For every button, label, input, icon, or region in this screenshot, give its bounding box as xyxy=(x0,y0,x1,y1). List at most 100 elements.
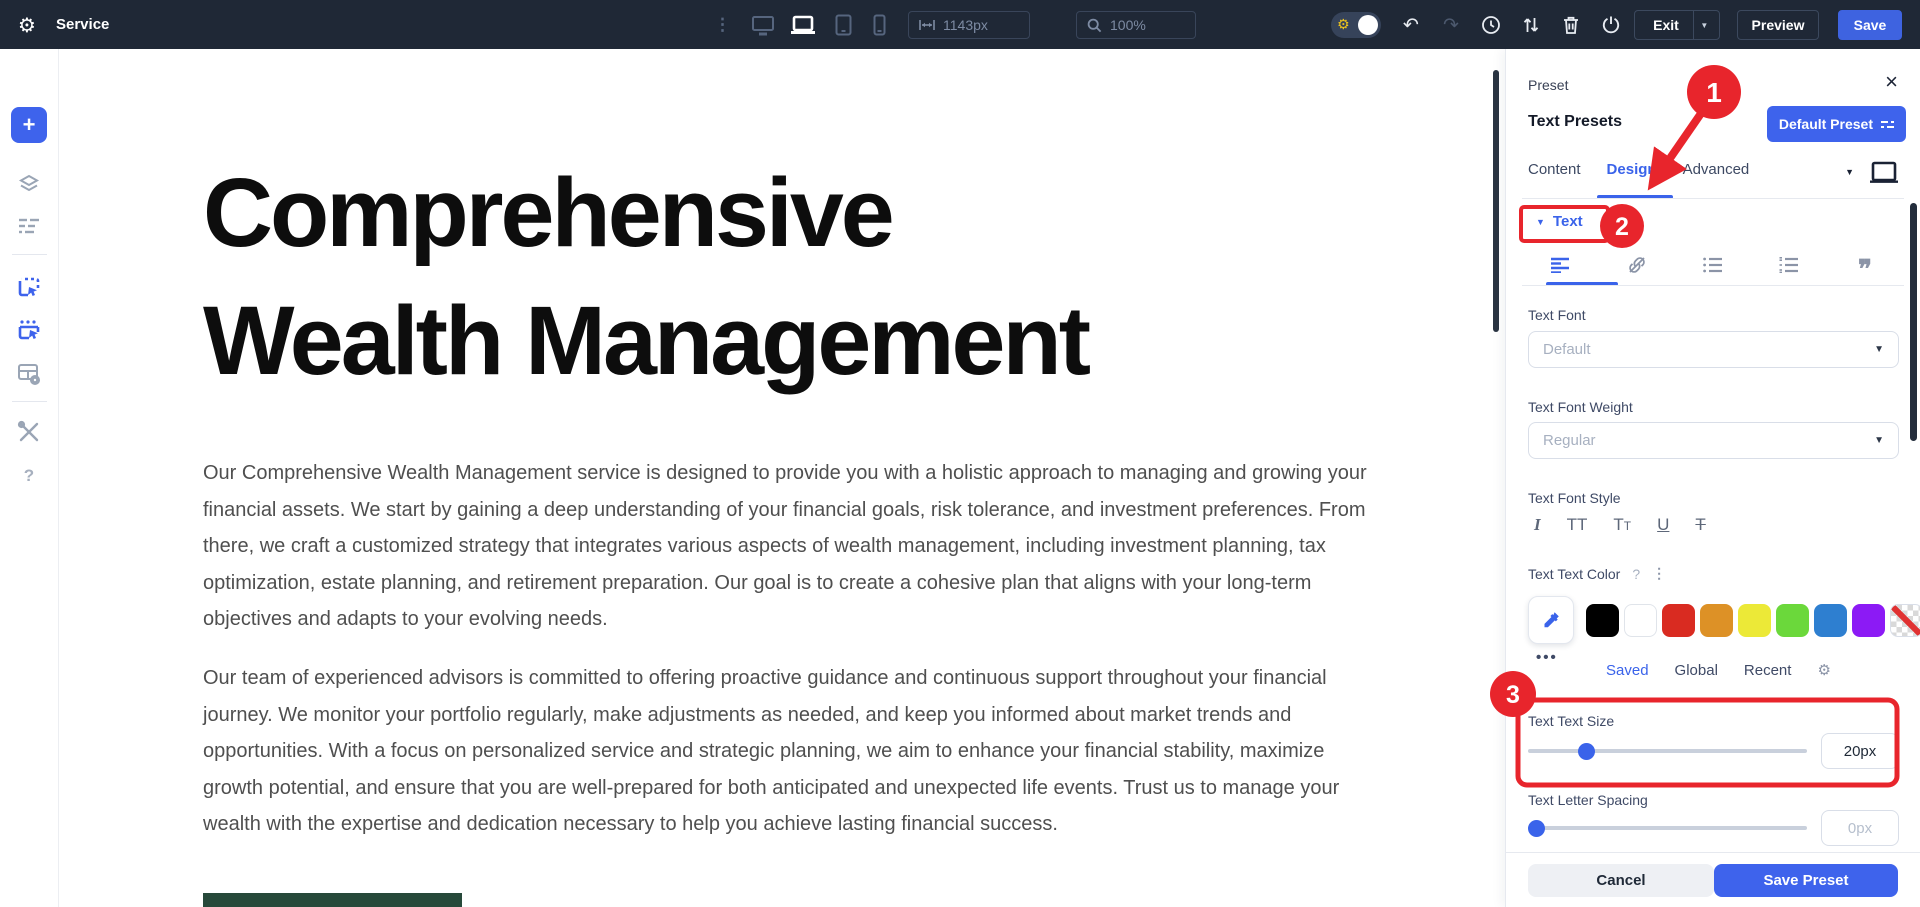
dark-mode-toggle[interactable]: ⚙ xyxy=(1331,12,1381,38)
text-font-weight-dropdown[interactable]: Regular ▼ xyxy=(1528,422,1899,459)
dropdown-caret-icon: ▼ xyxy=(1874,344,1884,355)
color-settings-gear-icon[interactable]: ⚙ xyxy=(1817,661,1830,679)
text-size-input[interactable] xyxy=(1821,733,1899,769)
editor-canvas[interactable]: Comprehensive Wealth Management Our Comp… xyxy=(59,49,1505,907)
color-swatch[interactable] xyxy=(1852,603,1885,637)
container-selector-icon[interactable] xyxy=(12,314,46,348)
eyedropper-button[interactable] xyxy=(1528,596,1574,644)
underline-icon[interactable]: U xyxy=(1657,515,1669,535)
responsive-caret-icon[interactable]: ▼ xyxy=(1845,167,1854,177)
canvas-width-control xyxy=(908,11,1030,39)
color-options-kebab-icon[interactable]: ⋮ xyxy=(1652,565,1666,582)
color-swatch[interactable] xyxy=(1700,603,1733,637)
import-export-icon[interactable] xyxy=(1518,12,1544,38)
zoom-magnifier-icon xyxy=(1087,18,1102,33)
text-align-subtab-icon[interactable] xyxy=(1546,257,1576,273)
color-tab-global[interactable]: Global xyxy=(1675,662,1718,679)
canvas-paragraph-2[interactable]: Our team of experienced advisors is comm… xyxy=(203,660,1368,843)
redo-icon[interactable]: ↷ xyxy=(1438,12,1464,38)
italic-icon[interactable]: I xyxy=(1534,515,1541,535)
global-settings-icon[interactable] xyxy=(12,357,46,391)
power-icon[interactable] xyxy=(1598,12,1624,38)
history-clock-icon[interactable] xyxy=(1478,12,1504,38)
bullet-list-subtab-icon[interactable] xyxy=(1698,257,1728,273)
undo-icon[interactable]: ↶ xyxy=(1398,12,1424,38)
letter-spacing-slider[interactable] xyxy=(1528,810,1807,846)
color-swatch[interactable] xyxy=(1776,603,1809,637)
text-section-label: Text xyxy=(1552,213,1583,230)
sidebar-divider xyxy=(12,401,47,402)
canvas-paragraph-1[interactable]: Our Comprehensive Wealth Management serv… xyxy=(203,455,1368,638)
text-subtabs: ❞ xyxy=(1528,247,1898,283)
dropdown-caret-icon: ▼ xyxy=(1874,435,1884,446)
slider-thumb[interactable] xyxy=(1578,743,1596,760)
add-element-button[interactable]: + xyxy=(11,107,47,143)
strikethrough-icon[interactable]: T xyxy=(1695,515,1705,535)
color-swatch[interactable] xyxy=(1814,603,1847,637)
save-button[interactable]: Save xyxy=(1838,10,1902,40)
text-size-slider[interactable] xyxy=(1528,733,1807,769)
element-selector-icon[interactable] xyxy=(12,271,46,305)
quote-subtab-icon[interactable]: ❞ xyxy=(1850,257,1880,283)
panel-tabs: Content Design Advanced xyxy=(1528,161,1749,190)
link-subtab-icon[interactable] xyxy=(1622,255,1652,275)
canvas-heading[interactable]: Comprehensive Wealth Management xyxy=(203,149,1303,405)
structure-icon[interactable] xyxy=(12,209,46,243)
cancel-button[interactable]: Cancel xyxy=(1528,863,1714,897)
breakpoint-phone-icon[interactable] xyxy=(864,12,894,38)
exit-dropdown-caret-icon[interactable]: ▼ xyxy=(1692,11,1715,39)
cta-button-partial[interactable] xyxy=(203,893,462,907)
toggle-gear-icon: ⚙ xyxy=(1337,17,1350,33)
color-swatch[interactable] xyxy=(1586,603,1619,637)
sidebar-divider xyxy=(12,254,47,255)
color-swatch[interactable] xyxy=(1662,603,1695,637)
font-style-toolbar: I TT TT U T xyxy=(1534,515,1706,535)
close-icon[interactable]: × xyxy=(1885,71,1898,93)
tools-icon[interactable] xyxy=(12,415,46,449)
ordered-list-subtab-icon[interactable] xyxy=(1774,257,1804,273)
text-font-style-label: Text Font Style xyxy=(1528,490,1621,506)
save-preset-button[interactable]: Save Preset xyxy=(1714,863,1898,897)
tab-design[interactable]: Design xyxy=(1607,161,1657,190)
help-icon[interactable]: ? xyxy=(12,459,46,493)
kebab-menu-icon[interactable]: ⋮ xyxy=(714,0,732,49)
tab-content[interactable]: Content xyxy=(1528,161,1581,190)
canvas-zoom-input[interactable] xyxy=(1110,17,1170,33)
color-swatch[interactable] xyxy=(1738,603,1771,637)
settings-gear-icon[interactable]: ⚙ xyxy=(18,0,36,49)
exit-button[interactable]: Exit ▼ xyxy=(1634,10,1720,40)
eyedropper-icon xyxy=(1544,612,1559,628)
canvas-scrollbar[interactable] xyxy=(1493,70,1499,332)
default-preset-button[interactable]: Default Preset xyxy=(1766,106,1906,142)
capitalize-icon[interactable]: TT xyxy=(1613,515,1631,535)
uppercase-icon[interactable]: TT xyxy=(1567,515,1588,535)
slider-track xyxy=(1528,749,1807,753)
letter-spacing-input[interactable] xyxy=(1821,810,1899,846)
layers-icon[interactable] xyxy=(12,167,46,201)
more-colors-icon[interactable]: ••• xyxy=(1536,649,1558,666)
color-swatch[interactable] xyxy=(1890,603,1920,637)
breakpoint-laptop-icon[interactable] xyxy=(788,12,818,38)
tab-advanced[interactable]: Advanced xyxy=(1683,161,1750,190)
responsive-viewport-icon[interactable] xyxy=(1870,161,1898,183)
canvas-zoom-control xyxy=(1076,11,1196,39)
panel-scrollbar[interactable] xyxy=(1910,203,1917,441)
preview-button[interactable]: Preview xyxy=(1737,10,1819,40)
help-question-icon[interactable]: ? xyxy=(1632,566,1640,582)
text-font-dropdown[interactable]: Default ▼ xyxy=(1528,331,1899,368)
color-tab-saved[interactable]: Saved xyxy=(1606,662,1649,679)
text-color-label: Text Text Color xyxy=(1528,565,1621,582)
canvas-width-input[interactable] xyxy=(943,17,1003,33)
topbar: ⚙ Service ⋮ ⚙ xyxy=(0,0,1920,49)
color-tab-recent[interactable]: Recent xyxy=(1744,662,1792,679)
trash-icon[interactable] xyxy=(1558,12,1584,38)
slider-thumb[interactable] xyxy=(1528,820,1545,837)
color-swatch[interactable] xyxy=(1624,603,1657,637)
text-size-control xyxy=(1528,733,1899,769)
text-section-header[interactable]: ▼ Text xyxy=(1536,213,1583,230)
breakpoint-tablet-icon[interactable] xyxy=(828,12,858,38)
breakpoint-desktop-icon[interactable] xyxy=(748,12,778,38)
default-preset-label: Default Preset xyxy=(1778,116,1873,132)
left-toolbar: + ? xyxy=(0,49,59,907)
capitalize-small-t: T xyxy=(1623,519,1632,533)
